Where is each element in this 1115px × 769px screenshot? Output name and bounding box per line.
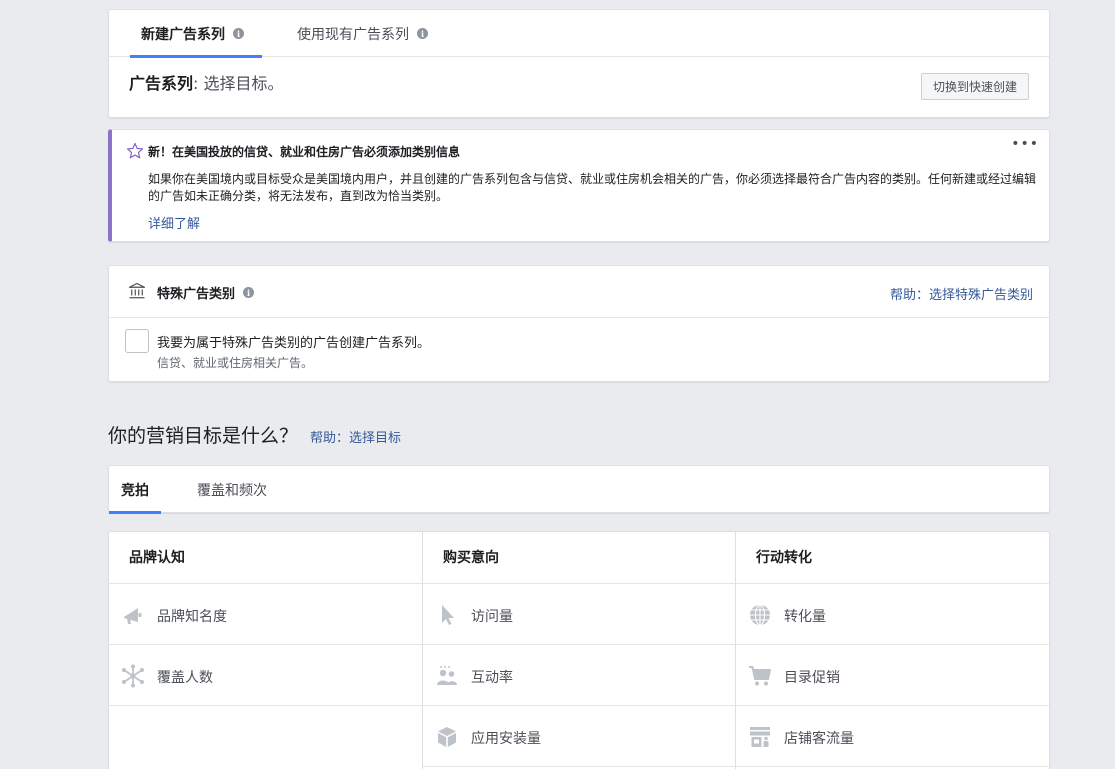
special-category-card: 特殊广告类别 i 帮助：选择特殊广告类别 我要为属于特殊广告类别的广告创建广告系…: [108, 265, 1050, 382]
reach-icon: [122, 664, 144, 688]
active-tab-underline: [130, 55, 262, 58]
tab-new-campaign[interactable]: 新建广告系列 i: [130, 10, 262, 58]
objective-section-title: 你的营销目标是什么？: [108, 425, 299, 447]
tab-existing-campaign-label: 使用现有广告系列: [297, 26, 409, 43]
objective-engagement[interactable]: 互动率: [423, 645, 735, 706]
objective-label: 转化量: [784, 609, 826, 625]
people-icon: [437, 666, 457, 685]
megaphone-icon: [124, 608, 142, 624]
campaign-card: 新建广告系列 i 使用现有广告系列 i 广告系列: 选择目标。 切换到快速创建: [108, 9, 1050, 118]
cart-icon: [749, 666, 771, 686]
objective-label: 互动率: [471, 670, 513, 686]
tab-existing-campaign[interactable]: 使用现有广告系列 i: [297, 10, 428, 57]
bank-icon: [128, 282, 146, 299]
info-icon[interactable]: i: [417, 28, 428, 39]
column-header: 行动转化: [736, 532, 1051, 584]
notice-card: 新！在美国投放的信贷、就业和住房广告必须添加类别信息 ••• 如果你在美国境内或…: [108, 129, 1050, 242]
objective-catalog-sales[interactable]: 目录促销: [736, 645, 1051, 706]
active-tab-underline: [109, 511, 161, 514]
special-category-checkbox-sublabel: 信贷、就业或住房相关广告。: [157, 356, 314, 370]
tab-new-campaign-label: 新建广告系列: [141, 26, 225, 43]
info-icon[interactable]: i: [233, 28, 244, 39]
objective-brand-awareness[interactable]: 品牌知名度: [109, 584, 422, 645]
objective-column-conversion: 行动转化 转化量 目录促销 店铺客流量: [735, 532, 1051, 769]
tab-auction[interactable]: 竞拍: [109, 466, 161, 514]
special-category-checkbox-label: 我要为属于特殊广告类别的广告创建广告系列。: [157, 336, 431, 351]
objective-column-consideration: 购买意向 访问量 互动率 应用安装量: [422, 532, 735, 769]
special-category-title: 特殊广告类别 i: [157, 283, 255, 302]
store-icon: [750, 727, 770, 747]
tab-auction-label: 竞拍: [121, 482, 149, 499]
objective-label: 品牌知名度: [157, 609, 227, 625]
objective-label: 应用安装量: [471, 731, 541, 747]
campaign-tabs: 新建广告系列 i 使用现有广告系列 i: [109, 10, 1049, 58]
tab-reach-frequency-label: 覆盖和频次: [197, 482, 267, 499]
campaign-title-separator: :: [193, 74, 199, 93]
tab-reach-frequency[interactable]: 覆盖和频次: [197, 466, 267, 513]
quick-create-button[interactable]: 切换到快速创建: [920, 73, 1029, 100]
objective-store-traffic[interactable]: 店铺客流量: [736, 706, 1051, 767]
notice-body: 如果你在美国境内或目标受众是美国境内用户，并且创建的广告系列包含与信贷、就业或住…: [148, 172, 1037, 203]
special-category-help-link[interactable]: 帮助：选择特殊广告类别: [890, 284, 1033, 303]
more-options-icon[interactable]: •••: [1011, 136, 1039, 152]
objective-conversions[interactable]: 转化量: [736, 584, 1051, 645]
special-category-header: 特殊广告类别 i 帮助：选择特殊广告类别: [109, 266, 1049, 318]
campaign-title-label: 广告系列: [129, 74, 194, 93]
special-category-checkbox[interactable]: [125, 329, 149, 353]
column-header: 购买意向: [423, 532, 735, 584]
objective-label: 目录促销: [784, 670, 840, 686]
objective-reach[interactable]: 覆盖人数: [109, 645, 422, 706]
campaign-title-subtitle: 选择目标。: [203, 74, 284, 93]
info-icon[interactable]: i: [243, 287, 255, 298]
cursor-icon: [442, 605, 454, 625]
buying-type-tabs: 竞拍 覆盖和频次: [108, 465, 1050, 514]
column-header: 品牌认知: [109, 532, 422, 584]
box-icon: [438, 727, 456, 747]
objective-label: 访问量: [471, 609, 513, 625]
star-icon: [126, 142, 144, 159]
globe-icon: [750, 604, 770, 626]
objective-help-link[interactable]: 帮助：选择目标: [310, 427, 401, 446]
campaign-title: 广告系列: 选择目标。: [129, 70, 284, 94]
objective-column-awareness: 品牌认知 品牌知名度 覆盖人数: [109, 532, 422, 769]
notice-title: 新！在美国投放的信贷、就业和住房广告必须添加类别信息: [148, 145, 461, 159]
objective-label: 店铺客流量: [784, 731, 854, 747]
special-category-title-label: 特殊广告类别: [157, 287, 236, 302]
objectives-table: 品牌认知 品牌知名度 覆盖人数 购买意向 访问量 互动率 应用安装量 行动转化 …: [108, 531, 1051, 769]
objective-label: 覆盖人数: [157, 670, 213, 686]
learn-more-link[interactable]: 详细了解: [148, 213, 200, 232]
objective-traffic[interactable]: 访问量: [423, 584, 735, 645]
objective-app-installs[interactable]: 应用安装量: [423, 706, 735, 767]
